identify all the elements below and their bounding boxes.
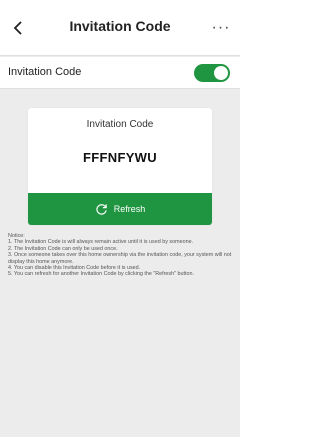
screen: Invitation Code ··· Invitation Code Invi… bbox=[0, 0, 240, 437]
refresh-label: Refresh bbox=[113, 204, 146, 214]
page-title: Invitation Code bbox=[69, 18, 171, 34]
notice-item: 3. Once someone takes over this home own… bbox=[8, 252, 232, 265]
invitation-code-card: Invitation Code FFFNFYWU Refresh bbox=[28, 108, 212, 225]
more-horizontal-icon: ··· bbox=[211, 19, 231, 36]
invitation-code-toggle-row: Invitation Code bbox=[0, 57, 240, 89]
notice-text: Notice: 1. The Invitation Code is will a… bbox=[8, 233, 234, 278]
top-bar: Invitation Code ··· bbox=[0, 0, 240, 56]
chevron-left-icon bbox=[13, 21, 22, 35]
notice-item: 5. You can refresh for another Invitatio… bbox=[8, 271, 195, 278]
invitation-code-switch[interactable] bbox=[194, 64, 230, 82]
back-button[interactable] bbox=[8, 18, 28, 38]
refresh-button[interactable]: Refresh bbox=[28, 193, 212, 225]
refresh-icon bbox=[95, 203, 108, 216]
card-title: Invitation Code bbox=[86, 119, 154, 130]
switch-knob bbox=[214, 66, 228, 80]
toggle-label: Invitation Code bbox=[8, 66, 82, 78]
more-options-button[interactable]: ··· bbox=[210, 18, 232, 38]
invitation-code-value: FFFNFYWU bbox=[83, 150, 157, 165]
